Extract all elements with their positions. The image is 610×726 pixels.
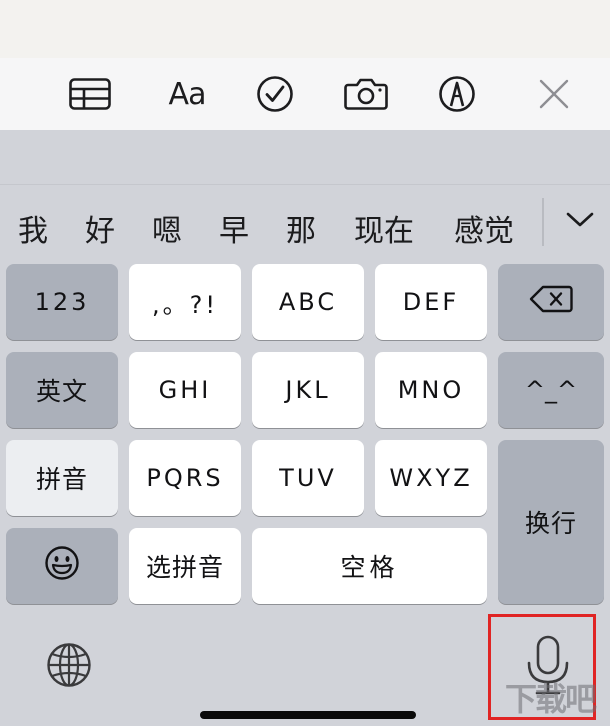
candidate-divider: [542, 198, 544, 246]
close-icon[interactable]: [532, 72, 576, 116]
note-paper-background: [0, 0, 610, 58]
select-pinyin-key[interactable]: 选拼音: [129, 528, 241, 604]
text-format-icon[interactable]: Aa: [162, 72, 212, 116]
camera-icon[interactable]: [344, 72, 388, 116]
english-mode-key[interactable]: 英文: [6, 352, 118, 428]
candidate-bar: 我 好 嗯 早 那 现在 感觉: [0, 186, 610, 256]
backspace-icon: [529, 285, 573, 319]
ghi-key[interactable]: GHI: [129, 352, 241, 428]
keyboard-bottom-bar: 下载吧: [0, 612, 610, 726]
home-indicator[interactable]: [200, 711, 416, 719]
notes-toolbar: Aa: [0, 58, 610, 130]
candidate-word[interactable]: 现在: [354, 206, 414, 250]
chevron-down-icon[interactable]: [560, 202, 600, 238]
globe-icon[interactable]: [46, 642, 92, 688]
mno-key[interactable]: MNO: [375, 352, 487, 428]
wxyz-key[interactable]: WXYZ: [375, 440, 487, 516]
table-icon[interactable]: [68, 72, 112, 116]
smiley-icon: [44, 545, 80, 587]
return-key[interactable]: 换行: [498, 440, 604, 604]
keyboard-input-preview-area: [0, 130, 610, 185]
emoticon-key[interactable]: ^_^: [498, 352, 604, 428]
markup-pen-icon[interactable]: [435, 72, 479, 116]
candidate-word[interactable]: 感觉: [454, 206, 514, 250]
numbers-key[interactable]: 123: [6, 264, 118, 340]
pqrs-key[interactable]: PQRS: [129, 440, 241, 516]
candidate-word[interactable]: 我: [18, 206, 48, 250]
jkl-key[interactable]: JKL: [252, 352, 364, 428]
checklist-icon[interactable]: [253, 72, 297, 116]
tuv-key[interactable]: TUV: [252, 440, 364, 516]
candidate-word[interactable]: 嗯: [152, 206, 182, 250]
space-key[interactable]: 空格: [252, 528, 487, 604]
pinyin-mode-key[interactable]: 拼音: [6, 440, 118, 516]
abc-key[interactable]: ABC: [252, 264, 364, 340]
delete-key[interactable]: [498, 264, 604, 340]
emoji-key[interactable]: [6, 528, 118, 604]
candidate-word[interactable]: 那: [286, 206, 316, 250]
candidate-word[interactable]: 好: [85, 206, 115, 250]
candidate-word[interactable]: 早: [219, 206, 249, 250]
watermark: 下载吧: [505, 680, 597, 718]
punctuation-key[interactable]: ,。?!: [129, 264, 241, 340]
def-key[interactable]: DEF: [375, 264, 487, 340]
